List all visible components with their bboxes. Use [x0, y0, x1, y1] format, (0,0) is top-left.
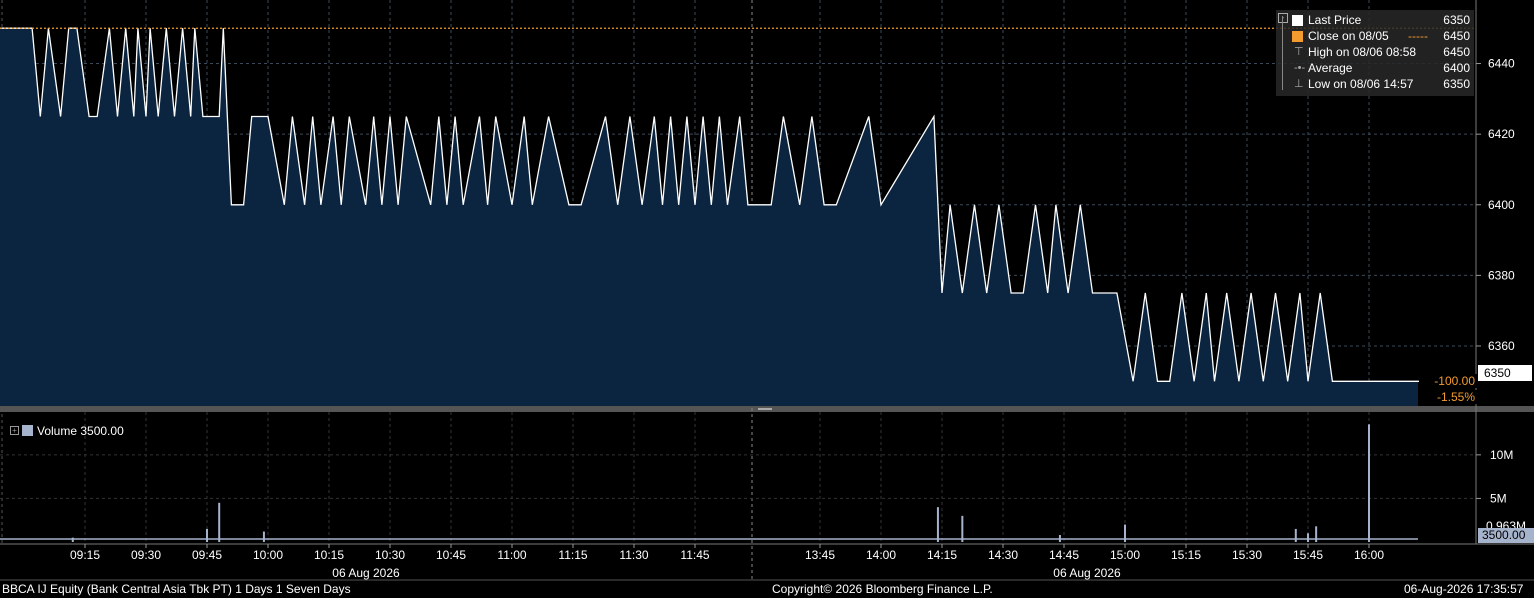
legend-value: 6450: [1443, 45, 1470, 59]
legend-label: Average: [1308, 61, 1353, 75]
price-legend[interactable]: - Last Price 6350 Close on 08/05 ----- 6…: [1276, 10, 1474, 96]
legend-value: 6450: [1443, 29, 1470, 43]
volume-tag: 3500.00: [1478, 528, 1534, 543]
legend-value: 6400: [1443, 61, 1470, 75]
x-tick-label: 10:00: [253, 548, 283, 562]
x-tick-label: 10:15: [314, 548, 344, 562]
legend-high[interactable]: ⊤ High on 08/06 08:58 6450: [1280, 44, 1470, 60]
x-tick-label: 14:30: [988, 548, 1018, 562]
average-marker-icon: -•-: [1294, 62, 1306, 74]
vol-y-tick-label: 5M: [1490, 491, 1507, 505]
x-tick-label: 10:45: [436, 548, 466, 562]
x-tick-label: 14:00: [866, 548, 896, 562]
legend-last-price[interactable]: Last Price 6350: [1280, 12, 1470, 28]
timestamp: 06-Aug-2026 17:35:57: [1404, 582, 1524, 596]
x-tick-label: 11:15: [558, 548, 587, 562]
x-tick-label: 11:30: [619, 548, 648, 562]
low-marker-icon: ⊥: [1294, 78, 1304, 90]
volume-legend-label: Volume 3500.00: [37, 424, 124, 438]
x-tick-label: 15:15: [1171, 548, 1201, 562]
security-description: BBCA IJ Equity (Bank Central Asia Tbk PT…: [2, 582, 351, 596]
price-change-abs: -100.00: [1419, 374, 1477, 388]
x-tick-label: 16:00: [1354, 548, 1384, 562]
legend-close[interactable]: Close on 08/05 ----- 6450: [1280, 28, 1470, 44]
legend-low[interactable]: ⊥ Low on 08/06 14:57 6350: [1280, 76, 1470, 92]
legend-value: 6350: [1443, 13, 1470, 27]
legend-label: High on 08/06 08:58: [1308, 45, 1417, 59]
volume-swatch: [22, 425, 33, 436]
x-tick-label: 14:15: [927, 548, 957, 562]
vol-y-tick-label: 10M: [1490, 448, 1513, 462]
divider-handle: [758, 408, 772, 410]
x-tick-label: 13:45: [805, 548, 835, 562]
y-tick-label: 6360: [1488, 339, 1515, 353]
price-change-pct: -1.55%: [1419, 390, 1477, 404]
last-price-tag: 6350: [1478, 365, 1532, 381]
y-tick-label: 6420: [1488, 127, 1515, 141]
x-tick-label: 09:30: [131, 548, 161, 562]
copyright-text: Copyright© 2026 Bloomberg Finance L.P.: [772, 582, 993, 596]
x-tick-label: 15:30: [1232, 548, 1262, 562]
close-dash: -----: [1408, 29, 1428, 43]
x-tick-label: 09:45: [192, 548, 222, 562]
legend-label: Close on 08/05: [1308, 29, 1389, 43]
x-tick-label: 09:15: [70, 548, 100, 562]
close-swatch: [1292, 31, 1303, 42]
y-tick-label: 6400: [1488, 198, 1515, 212]
x-tick-label: 11:45: [680, 548, 709, 562]
x-tick-label: 15:00: [1110, 548, 1140, 562]
expand-legend-icon[interactable]: +: [10, 426, 19, 435]
x-tick-label: 15:45: [1293, 548, 1323, 562]
legend-average[interactable]: -•- Average 6400: [1280, 60, 1470, 76]
price-area-fill: [0, 28, 1451, 406]
date-label: 06 Aug 2026: [1053, 566, 1121, 580]
x-tick-label: 14:45: [1049, 548, 1079, 562]
x-tick-label: 10:30: [375, 548, 405, 562]
high-marker-icon: ⊤: [1294, 46, 1304, 58]
x-tick-label: 11:00: [497, 548, 526, 562]
volume-bars: [0, 424, 1418, 542]
date-label: 06 Aug 2026: [332, 566, 400, 580]
y-tick-label: 6380: [1488, 268, 1515, 282]
legend-value: 6350: [1443, 77, 1470, 91]
legend-label: Last Price: [1308, 13, 1362, 27]
legend-label: Low on 08/06 14:57: [1308, 77, 1414, 91]
y-tick-label: 6440: [1488, 57, 1515, 71]
last-price-swatch: [1292, 15, 1303, 26]
